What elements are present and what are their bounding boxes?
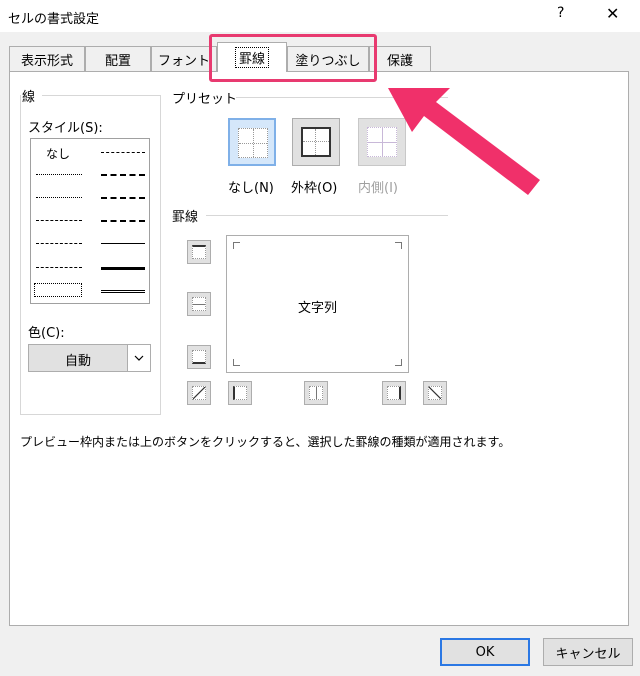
tab-label: 配置 [104,53,131,69]
preset-outline-button[interactable] [292,118,340,166]
line-style-dash-dot[interactable] [101,152,145,153]
line-style-list[interactable]: なし [30,138,150,304]
line-style-thin[interactable] [101,243,145,244]
preview-corner [395,242,402,249]
preset-none-button[interactable] [228,118,276,166]
line-style-dash-dot-medium[interactable] [101,197,145,199]
line-style-dash-dot-dot[interactable] [36,220,82,221]
highlight-box [209,34,377,82]
border-top-button[interactable] [187,240,211,264]
tab-label: フォント [157,53,210,69]
preset-none-label: なし(N) [228,181,274,196]
border-inside-vertical-icon [309,386,323,400]
color-select[interactable]: 自動 [28,344,151,372]
group-divider [160,95,161,415]
line-style-dash-dot-thin[interactable] [36,243,82,244]
border-diagonal-down-button[interactable] [423,381,447,405]
line-style-medium-dash[interactable] [101,174,145,176]
group-divider [42,95,160,96]
preview-text: 文字列 [297,301,337,316]
line-style-dashed[interactable] [36,267,82,268]
border-inside-vertical-button[interactable] [304,381,328,405]
chevron-down-icon[interactable] [127,345,150,371]
preset-outline-label: 外枠(O) [291,181,338,196]
group-divider [20,414,161,415]
help-icon[interactable]: ? [557,5,564,21]
tab-protection[interactable]: 保護 [369,46,431,71]
diagonal-up-icon [192,386,206,400]
border-top-icon [192,245,206,259]
border-left-icon [233,386,247,400]
dialog-title: セルの書式設定 [8,12,100,27]
preset-none-icon [238,128,268,158]
border-left-button[interactable] [228,381,252,405]
group-divider [20,95,21,415]
line-style-thick[interactable] [101,267,145,270]
tab-font[interactable]: フォント [151,46,217,71]
tab-label: 保護 [386,53,413,69]
line-style-none[interactable]: なし [46,145,70,162]
color-value: 自動 [65,354,92,369]
diagonal-down-icon [428,386,442,400]
color-label: 色(C): [28,326,65,341]
preview-corner [233,242,240,249]
line-style-selected-none[interactable] [34,283,82,297]
tab-number-format[interactable]: 表示形式 [9,46,85,71]
pointer-arrow-icon [388,88,540,195]
border-right-icon [387,386,401,400]
preset-group-title: プリセット [172,92,238,107]
ok-button[interactable]: OK [440,638,530,666]
line-style-dotted[interactable] [36,197,82,198]
line-style-double[interactable] [101,290,145,293]
preview-corner [233,359,240,366]
preview-corner [395,359,402,366]
border-group-title: 罫線 [172,210,199,225]
border-inside-horizontal-button[interactable] [187,292,211,316]
line-group-title: 線 [22,90,36,105]
border-bottom-button[interactable] [187,345,211,369]
style-label: スタイル(S): [28,121,103,136]
border-inside-horizontal-icon [192,297,206,311]
preset-outline-icon [301,127,331,157]
hint-text: プレビュー枠内または上のボタンをクリックすると、選択した罫線の種類が適用されます… [20,435,511,449]
tab-label: 表示形式 [20,53,73,69]
border-preview[interactable]: 文字列 [226,235,409,373]
cancel-button[interactable]: キャンセル [543,638,633,666]
border-diagonal-up-button[interactable] [187,381,211,405]
border-right-button[interactable] [382,381,406,405]
line-style-hair[interactable] [36,174,82,175]
line-style-medium-dashed[interactable] [101,220,145,222]
group-divider [206,215,448,216]
border-bottom-icon [192,350,206,364]
tab-alignment[interactable]: 配置 [85,46,151,71]
close-icon[interactable]: ✕ [606,4,619,23]
